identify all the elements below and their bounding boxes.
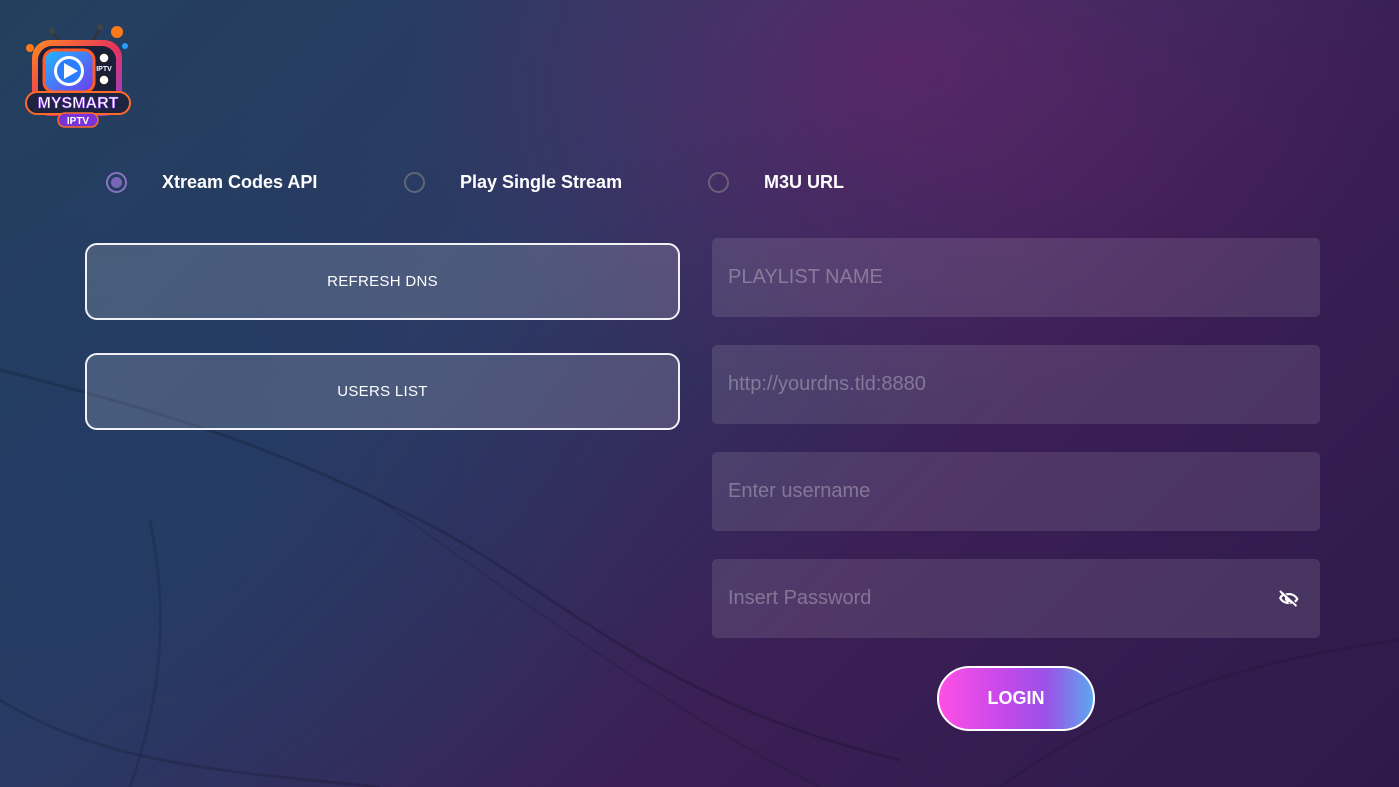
radio-unselected-indicator (708, 171, 729, 193)
eye-off-icon[interactable] (1276, 586, 1302, 612)
radio-label-m3u-url: M3U URL (764, 171, 844, 192)
password-field (712, 559, 1320, 638)
logo-text: MYSMART (38, 95, 119, 112)
app-logo: IPTV MYSMART IPTV (22, 18, 134, 134)
radio-label-play-single-stream: Play Single Stream (460, 171, 623, 192)
login-button[interactable]: LOGIN (937, 666, 1095, 731)
username-field (712, 452, 1320, 531)
radio-unselected-indicator (404, 171, 425, 193)
login-type-radio-group: Xtream Codes API Play Single Stream M3U … (0, 162, 1399, 202)
radio-play-single-stream[interactable]: Play Single Stream (404, 162, 622, 202)
password-input[interactable] (712, 559, 1320, 638)
username-input[interactable] (712, 452, 1320, 531)
radio-label-xtream-codes-api: Xtream Codes API (162, 171, 318, 192)
playlist-name-field (712, 238, 1320, 317)
logo-screen-text: IPTV (96, 66, 112, 73)
users-list-button[interactable]: USERS LIST (85, 353, 680, 430)
playlist-name-input[interactable] (712, 238, 1320, 317)
url-input[interactable] (712, 345, 1320, 424)
radio-selected-indicator (106, 171, 127, 193)
url-field (712, 345, 1320, 424)
radio-m3u-url[interactable]: M3U URL (708, 162, 844, 202)
radio-xtream-codes-api[interactable]: Xtream Codes API (106, 162, 317, 202)
refresh-dns-button[interactable]: REFRESH DNS (85, 243, 680, 320)
logo-subtext: IPTV (67, 116, 90, 127)
